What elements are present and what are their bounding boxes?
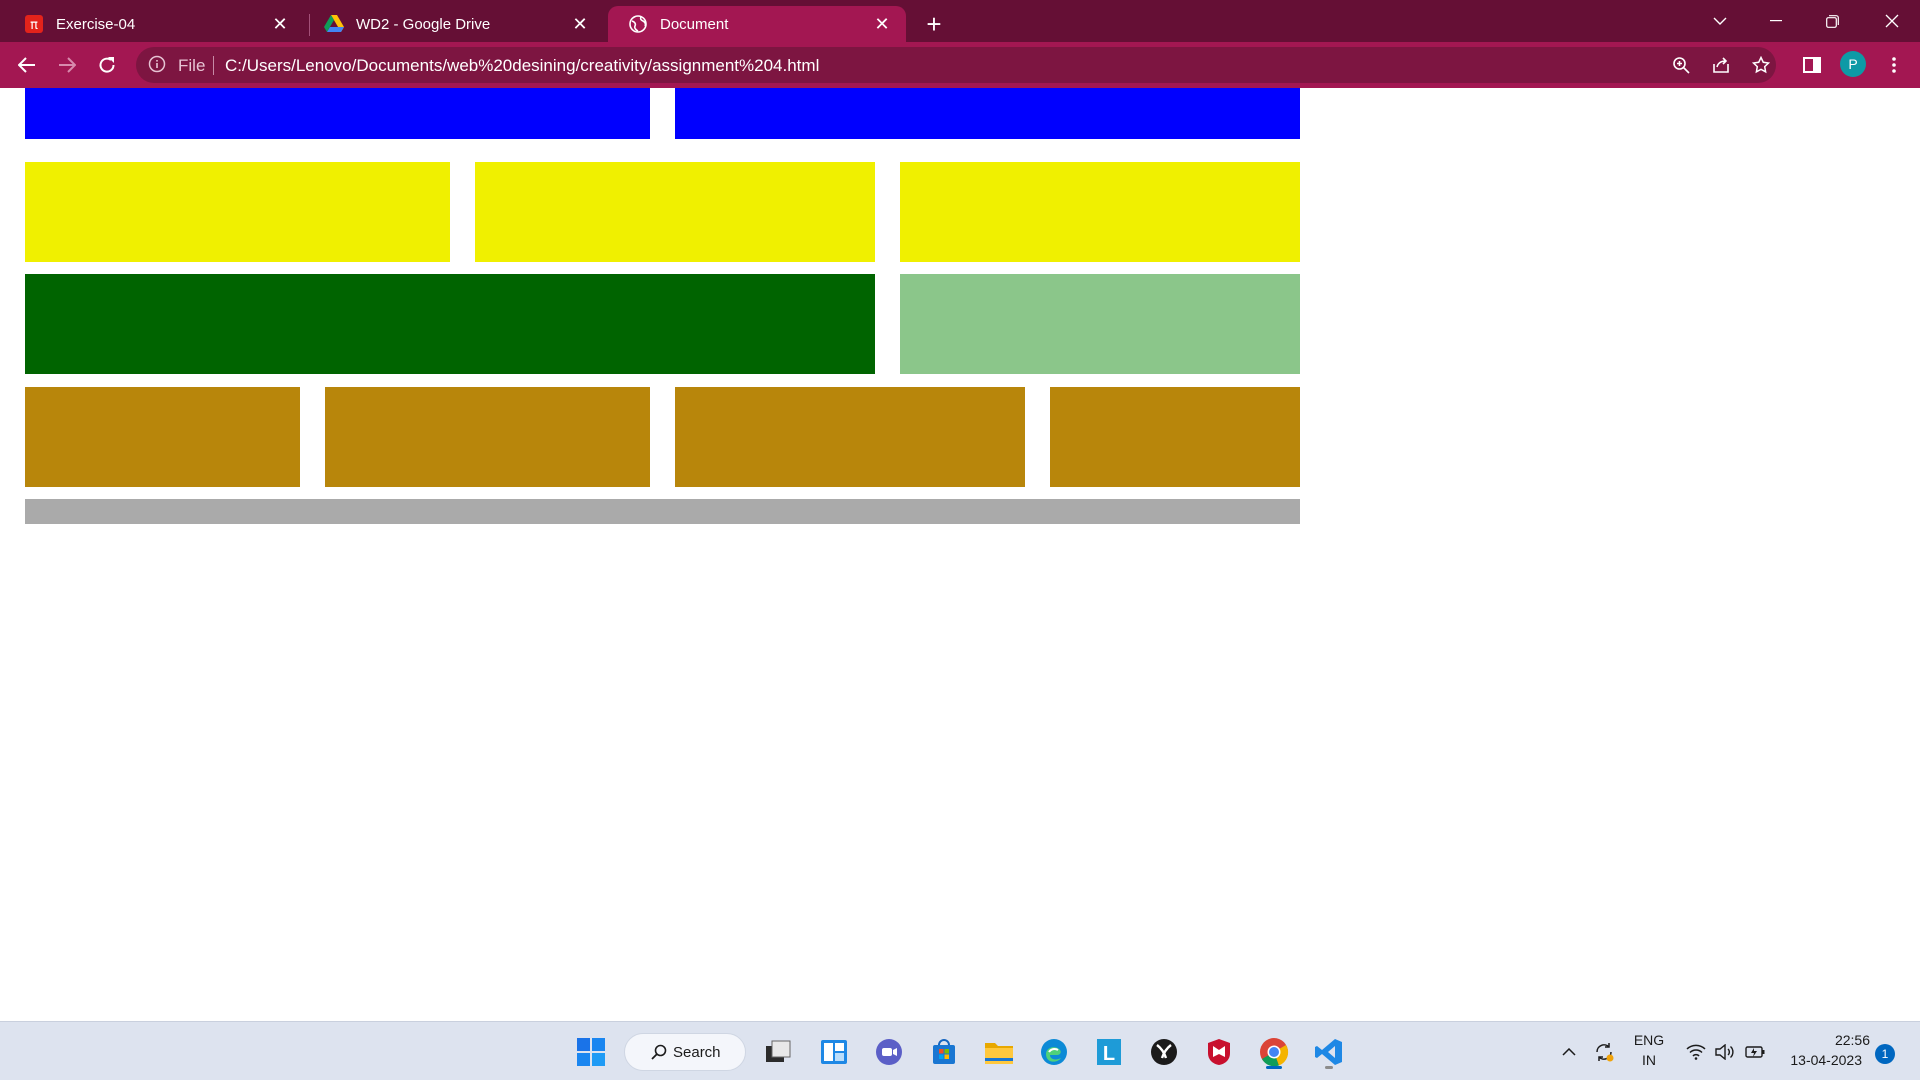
- yellow-block: [25, 162, 450, 262]
- globe-icon: [628, 14, 648, 34]
- tab-search-chevron-icon[interactable]: [1692, 0, 1748, 42]
- l-app-icon[interactable]: L: [1089, 1032, 1129, 1072]
- tab-strip: π Exercise-04 ✕ WD2 - Google Drive ✕ Doc…: [0, 0, 1920, 42]
- google-drive-icon: [324, 14, 344, 34]
- svg-text:π: π: [30, 18, 38, 33]
- tab-google-drive[interactable]: WD2 - Google Drive ✕: [304, 6, 604, 42]
- blue-block: [675, 88, 1300, 139]
- sync-status-icon[interactable]: [1589, 1032, 1619, 1072]
- tab-document[interactable]: Document ✕: [608, 6, 906, 42]
- address-bar[interactable]: File C:/Users/Lenovo/Documents/web%20des…: [136, 47, 1776, 83]
- tab-label: WD2 - Google Drive: [356, 15, 491, 33]
- side-panel-icon[interactable]: [1798, 51, 1826, 79]
- input-region[interactable]: IN: [1626, 1052, 1672, 1068]
- start-icon[interactable]: [571, 1032, 611, 1072]
- url-separator: [213, 56, 214, 75]
- url-text[interactable]: C:/Users/Lenovo/Documents/web%20desining…: [225, 56, 819, 76]
- goldenrod-block: [25, 387, 300, 487]
- running-indicator: [1266, 1066, 1282, 1069]
- input-language[interactable]: ENG: [1626, 1032, 1672, 1048]
- minimize-button[interactable]: [1748, 0, 1804, 42]
- edge-icon[interactable]: [1034, 1032, 1074, 1072]
- new-tab-button[interactable]: +: [918, 8, 950, 40]
- taskbar-search-box[interactable]: Search: [624, 1033, 746, 1071]
- browser-toolbar: File C:/Users/Lenovo/Documents/web%20des…: [0, 42, 1920, 88]
- back-button[interactable]: [11, 49, 43, 81]
- windows-taskbar: Search L ENG IN 22:56 13-04-2023 1: [0, 1021, 1920, 1080]
- site-info-icon[interactable]: [148, 55, 168, 75]
- clock-time[interactable]: 22:56: [1770, 1032, 1870, 1048]
- wifi-icon[interactable]: [1683, 1032, 1709, 1072]
- bookmark-star-icon[interactable]: [1749, 53, 1773, 77]
- widgets-icon[interactable]: [814, 1032, 854, 1072]
- tab-close-icon[interactable]: ✕: [266, 10, 294, 38]
- clock-date[interactable]: 13-04-2023: [1770, 1052, 1862, 1068]
- close-window-button[interactable]: [1864, 0, 1920, 42]
- blue-block: [25, 88, 650, 139]
- dark-green-block: [25, 274, 875, 374]
- tab-label: Exercise-04: [56, 15, 136, 33]
- tab-close-icon[interactable]: ✕: [868, 10, 896, 38]
- light-green-block: [900, 274, 1300, 374]
- volume-icon[interactable]: [1711, 1032, 1737, 1072]
- svg-text:L: L: [1103, 1043, 1115, 1065]
- yellow-block: [900, 162, 1300, 262]
- url-scheme-label: File: [178, 56, 206, 75]
- profile-avatar[interactable]: P: [1840, 51, 1866, 77]
- xbox-icon[interactable]: [1144, 1032, 1184, 1072]
- microsoft-store-icon[interactable]: [924, 1032, 964, 1072]
- yellow-block: [475, 162, 875, 262]
- chrome-icon[interactable]: [1254, 1032, 1294, 1072]
- forward-button[interactable]: [51, 49, 83, 81]
- vscode-icon[interactable]: [1309, 1032, 1349, 1072]
- gray-bar: [25, 499, 1300, 524]
- goldenrod-block: [1050, 387, 1300, 487]
- share-icon[interactable]: [1709, 53, 1733, 77]
- tab-exercise-04[interactable]: π Exercise-04 ✕: [4, 6, 304, 42]
- tab-close-icon[interactable]: ✕: [566, 10, 594, 38]
- show-hidden-icons-chevron-icon[interactable]: [1555, 1032, 1583, 1072]
- page-content: [0, 88, 1920, 1021]
- search-icon: [651, 1044, 667, 1060]
- exercise-app-icon: π: [24, 14, 44, 34]
- notification-badge[interactable]: 1: [1875, 1044, 1895, 1064]
- restore-button[interactable]: [1804, 0, 1860, 42]
- mcafee-icon[interactable]: [1199, 1032, 1239, 1072]
- goldenrod-block: [325, 387, 650, 487]
- goldenrod-block: [675, 387, 1025, 487]
- battery-charging-icon[interactable]: [1742, 1032, 1768, 1072]
- more-menu-icon[interactable]: [1880, 51, 1908, 79]
- file-explorer-icon[interactable]: [979, 1032, 1019, 1072]
- teams-chat-icon[interactable]: [869, 1032, 909, 1072]
- search-label: Search: [673, 1043, 721, 1061]
- zoom-icon[interactable]: [1669, 53, 1693, 77]
- task-view-icon[interactable]: [758, 1032, 798, 1072]
- reload-button[interactable]: [91, 49, 123, 81]
- tab-label: Document: [660, 15, 729, 33]
- running-indicator: [1325, 1066, 1333, 1069]
